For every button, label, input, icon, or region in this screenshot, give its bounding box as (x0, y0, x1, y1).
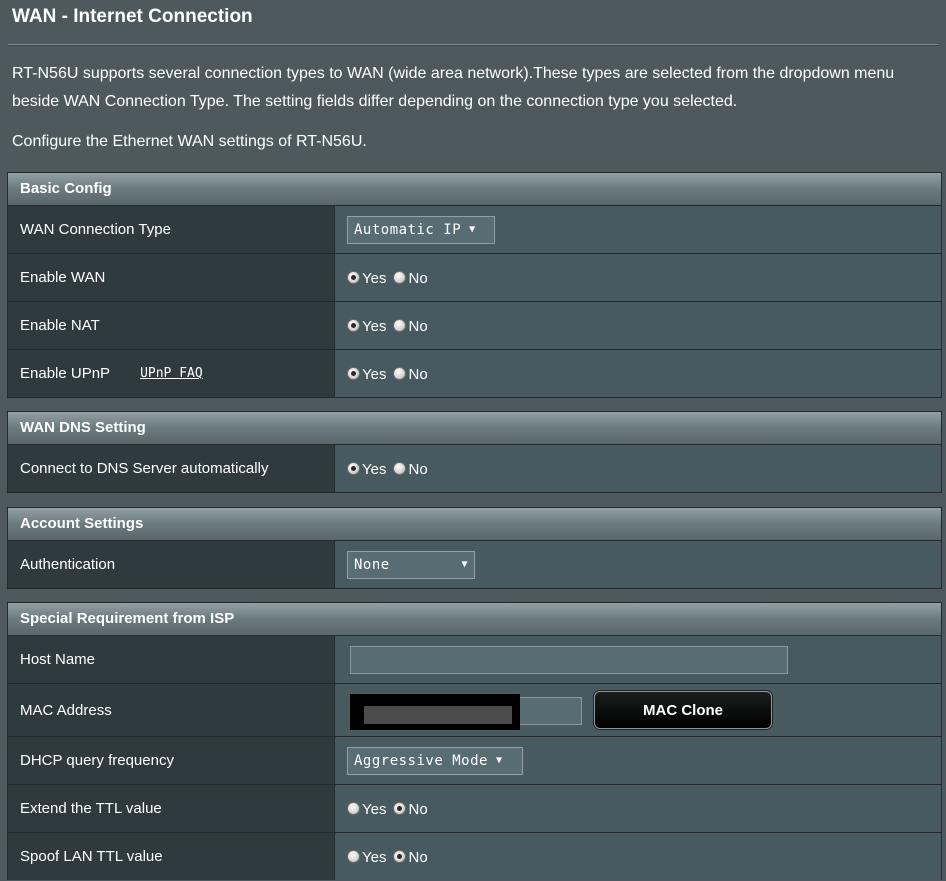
spoof-ttl-yes-radio[interactable] (347, 850, 360, 863)
spoof-ttl-label: Spoof LAN TTL value (8, 833, 335, 880)
enable-wan-row: Enable WAN Yes No (8, 254, 941, 302)
authentication-row: Authentication None ▼ (8, 541, 941, 588)
ttl-extend-yes-radio[interactable] (347, 802, 360, 815)
section-heading: Basic Config (8, 173, 941, 206)
section-heading: WAN DNS Setting (8, 412, 941, 445)
radio-no-label: No (408, 849, 428, 866)
wan-type-select[interactable]: Automatic IP ▼ (347, 215, 495, 244)
host-name-input[interactable] (350, 645, 788, 674)
isp-requirements-section: Special Requirement from ISP Host Name M… (7, 602, 942, 880)
redaction-inner (364, 706, 512, 724)
enable-upnp-label-cell: Enable UPnP UPnP FAQ (8, 350, 335, 397)
radio-yes-label: Yes (362, 270, 387, 287)
radio-yes-label: Yes (362, 366, 387, 383)
wan-type-value: Automatic IP (354, 221, 462, 238)
title-divider (8, 44, 938, 46)
authentication-label: Authentication (8, 541, 335, 588)
dhcp-frequency-row: DHCP query frequency Aggressive Mode ▼ (8, 737, 941, 785)
authentication-select[interactable]: None ▼ (347, 550, 475, 579)
redaction-block (350, 694, 520, 730)
account-settings-section: Account Settings Authentication None ▼ (7, 507, 942, 589)
configure-text: Configure the Ethernet WAN settings of R… (12, 133, 367, 150)
mac-address-label: MAC Address (8, 684, 335, 736)
enable-upnp-yes-radio[interactable] (347, 367, 360, 380)
radio-no-label: No (408, 366, 428, 383)
mac-address-row: MAC Address MAC Clone (8, 684, 941, 737)
enable-upnp-label: Enable UPnP (20, 365, 111, 382)
host-name-row: Host Name (8, 636, 941, 684)
enable-upnp-row: Enable UPnP UPnP FAQ Yes No (8, 350, 941, 397)
spoof-ttl-no-radio[interactable] (393, 850, 407, 863)
authentication-value: None (354, 556, 390, 573)
dns-auto-row: Connect to DNS Server automatically Yes … (8, 445, 941, 492)
enable-wan-yes-radio[interactable] (347, 271, 360, 284)
spoof-ttl-row: Spoof LAN TTL value Yes No (8, 833, 941, 880)
enable-upnp-no-radio[interactable] (393, 367, 407, 380)
radio-no-label: No (408, 270, 428, 287)
dhcp-frequency-label: DHCP query frequency (8, 737, 335, 784)
dns-auto-yes-radio[interactable] (347, 462, 360, 475)
page-title: WAN - Internet Connection (12, 6, 253, 27)
chevron-down-icon: ▼ (461, 559, 468, 570)
mac-address-field (350, 694, 582, 730)
basic-config-section: Basic Config WAN Connection Type Automat… (7, 172, 942, 398)
chevron-down-icon: ▼ (469, 224, 476, 235)
wan-type-row: WAN Connection Type Automatic IP ▼ (8, 206, 941, 254)
dns-auto-no-radio[interactable] (393, 462, 407, 475)
radio-yes-label: Yes (362, 461, 387, 478)
dhcp-frequency-select[interactable]: Aggressive Mode ▼ (347, 746, 523, 775)
enable-nat-no-radio[interactable] (393, 319, 407, 332)
section-heading: Account Settings (8, 508, 941, 541)
enable-wan-label: Enable WAN (8, 254, 335, 301)
radio-yes-label: Yes (362, 801, 387, 818)
wan-dns-section: WAN DNS Setting Connect to DNS Server au… (7, 411, 942, 493)
radio-no-label: No (408, 318, 428, 335)
radio-yes-label: Yes (362, 318, 387, 335)
ttl-extend-row: Extend the TTL value Yes No (8, 785, 941, 833)
radio-no-label: No (408, 801, 428, 818)
radio-no-label: No (408, 461, 428, 478)
mac-clone-button[interactable]: MAC Clone (594, 691, 772, 729)
wan-type-label: WAN Connection Type (8, 206, 335, 253)
enable-nat-row: Enable NAT Yes No (8, 302, 941, 350)
enable-nat-yes-radio[interactable] (347, 319, 360, 332)
host-name-label: Host Name (8, 636, 335, 683)
enable-nat-label: Enable NAT (8, 302, 335, 349)
ttl-extend-no-radio[interactable] (393, 802, 407, 815)
ttl-extend-label: Extend the TTL value (8, 785, 335, 832)
section-heading: Special Requirement from ISP (8, 603, 941, 636)
dhcp-frequency-value: Aggressive Mode (354, 752, 488, 769)
enable-wan-no-radio[interactable] (393, 271, 407, 284)
radio-yes-label: Yes (362, 849, 387, 866)
chevron-down-icon: ▼ (495, 755, 503, 766)
upnp-faq-link[interactable]: UPnP FAQ (140, 366, 203, 381)
dns-auto-label: Connect to DNS Server automatically (8, 445, 335, 492)
wan-settings-page: WAN - Internet Connection RT-N56U suppor… (0, 0, 946, 881)
page-description: RT-N56U supports several connection type… (12, 65, 895, 110)
